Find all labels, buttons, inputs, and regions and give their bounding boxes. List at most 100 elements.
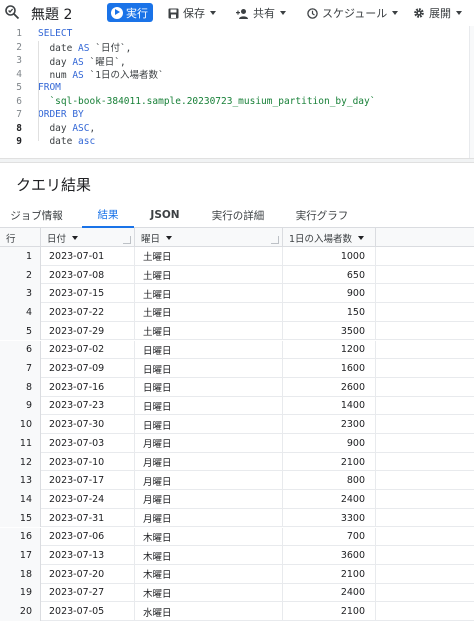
resize-handle-icon[interactable] bbox=[123, 236, 131, 244]
code-line[interactable]: 2 date AS `日付`, bbox=[0, 41, 474, 55]
day-cell: 月曜日 bbox=[135, 434, 283, 453]
code-line[interactable]: 6 `sql-book-384011.sample.20230723_musiu… bbox=[0, 95, 474, 109]
day-cell: 月曜日 bbox=[135, 490, 283, 509]
date-cell: 2023-07-27 bbox=[41, 583, 135, 603]
visitors-cell: 3500 bbox=[283, 321, 376, 341]
table-row[interactable]: 18 2023-07-20 木曜日 2100 bbox=[0, 564, 474, 584]
save-button[interactable]: 保存 bbox=[168, 4, 216, 22]
table-row[interactable]: 16 2023-07-06 木曜日 700 bbox=[0, 527, 474, 547]
date-cell: 2023-07-05 bbox=[41, 602, 135, 621]
toolbar: 無題 2 実行 保存 共有 スケジュール 展開 bbox=[0, 0, 474, 26]
column-header-visitors[interactable]: 1日の入場者数 bbox=[283, 228, 376, 247]
tab-json[interactable]: JSON bbox=[140, 202, 190, 228]
table-row[interactable]: 1 2023-07-01 土曜日 1000 bbox=[0, 247, 474, 266]
row-number: 13 bbox=[0, 471, 41, 491]
row-number: 9 bbox=[0, 396, 41, 416]
tab-results[interactable]: 結果 bbox=[82, 202, 134, 228]
row-number: 19 bbox=[0, 583, 41, 603]
day-cell: 土曜日 bbox=[135, 303, 283, 322]
table-header: 行 日付 曜日 1日の入場者数 bbox=[0, 228, 474, 247]
line-number: 5 bbox=[16, 82, 22, 94]
schedule-button[interactable]: スケジュール bbox=[307, 4, 399, 22]
code-line[interactable]: 8 day ASC, bbox=[0, 122, 474, 136]
code-line[interactable]: 1 SELECT bbox=[0, 27, 474, 41]
date-cell: 2023-07-24 bbox=[41, 490, 135, 509]
sql-keyword: AS bbox=[72, 56, 84, 68]
gear-icon bbox=[414, 8, 424, 18]
code-text: day ASC, bbox=[26, 123, 95, 134]
sort-arrow-icon[interactable] bbox=[72, 235, 79, 240]
table-row[interactable]: 5 2023-07-29 土曜日 3500 bbox=[0, 321, 474, 341]
table-row[interactable]: 20 2023-07-05 水曜日 2100 bbox=[0, 602, 474, 621]
sql-text: , bbox=[89, 122, 96, 134]
code-text: day AS `曜日`, bbox=[26, 54, 125, 68]
date-cell: 2023-07-22 bbox=[41, 303, 135, 322]
sql-keyword: ASC bbox=[72, 122, 90, 134]
table-row[interactable]: 19 2023-07-27 木曜日 2400 bbox=[0, 583, 474, 603]
column-header-day[interactable]: 曜日 bbox=[135, 228, 283, 247]
sort-arrow-icon[interactable] bbox=[358, 235, 365, 240]
table-row[interactable]: 4 2023-07-22 土曜日 150 bbox=[0, 303, 474, 322]
table-row[interactable]: 13 2023-07-17 月曜日 800 bbox=[0, 471, 474, 491]
table-row[interactable]: 3 2023-07-15 土曜日 900 bbox=[0, 284, 474, 304]
row-number: 2 bbox=[0, 265, 41, 285]
day-cell: 木曜日 bbox=[135, 527, 283, 547]
tab-execution-graph[interactable]: 実行グラフ bbox=[287, 202, 357, 228]
code-text: `sql-book-384011.sample.20230723_musium_… bbox=[26, 96, 375, 107]
day-cell: 木曜日 bbox=[135, 546, 283, 565]
table-row[interactable]: 17 2023-07-13 木曜日 3600 bbox=[0, 546, 474, 565]
row-number: 17 bbox=[0, 546, 41, 565]
table-row[interactable]: 8 2023-07-16 日曜日 2600 bbox=[0, 377, 474, 397]
day-cell: 土曜日 bbox=[135, 265, 283, 285]
resize-handle-icon[interactable] bbox=[271, 236, 279, 244]
line-number: 3 bbox=[16, 55, 22, 67]
sort-arrow-icon[interactable] bbox=[166, 235, 173, 240]
visitors-cell: 2100 bbox=[283, 452, 376, 472]
code-line[interactable]: 5 FROM bbox=[0, 81, 474, 95]
table-row[interactable]: 12 2023-07-10 月曜日 2100 bbox=[0, 452, 474, 472]
table-row[interactable]: 2 2023-07-08 土曜日 650 bbox=[0, 265, 474, 285]
visitors-cell: 650 bbox=[283, 265, 376, 285]
date-cell: 2023-07-17 bbox=[41, 471, 135, 491]
table-row[interactable]: 9 2023-07-23 日曜日 1400 bbox=[0, 396, 474, 416]
line-number: 8 bbox=[16, 122, 22, 134]
column-header-label: 行 bbox=[6, 233, 16, 245]
date-cell: 2023-07-13 bbox=[41, 546, 135, 565]
share-button[interactable]: 共有 bbox=[236, 4, 286, 22]
editor-scrollbar[interactable] bbox=[469, 26, 474, 158]
run-button[interactable]: 実行 bbox=[107, 3, 153, 22]
row-number: 15 bbox=[0, 508, 41, 528]
date-cell: 2023-07-02 bbox=[41, 340, 135, 360]
table-row[interactable]: 6 2023-07-02 日曜日 1200 bbox=[0, 340, 474, 360]
chevron-down-icon bbox=[210, 11, 216, 15]
code-line[interactable]: 7 ORDER BY bbox=[0, 108, 474, 122]
code-line[interactable]: 4 num AS `1日の入場者数` bbox=[0, 68, 474, 82]
column-header-date[interactable]: 日付 bbox=[41, 228, 135, 247]
day-cell: 月曜日 bbox=[135, 471, 283, 491]
code-line[interactable]: 9 date asc bbox=[0, 135, 474, 149]
visitors-cell: 3300 bbox=[283, 508, 376, 528]
code-text: date AS `日付`, bbox=[26, 40, 131, 54]
row-number: 5 bbox=[0, 321, 41, 341]
share-label: 共有 bbox=[253, 7, 275, 20]
visitors-cell: 900 bbox=[283, 284, 376, 304]
date-cell: 2023-07-03 bbox=[41, 434, 135, 453]
table-row[interactable]: 10 2023-07-30 日曜日 2300 bbox=[0, 415, 474, 434]
sql-editor[interactable]: 1 SELECT 2 date AS `日付`, 3 day AS `曜日`, 4 nu… bbox=[0, 26, 474, 154]
sql-text: num bbox=[38, 70, 73, 82]
tab-job-info[interactable]: ジョブ情報 bbox=[0, 202, 73, 228]
column-header-label: 曜日 bbox=[141, 233, 161, 245]
day-cell: 土曜日 bbox=[135, 321, 283, 341]
query-title[interactable]: 無題 2 bbox=[31, 4, 72, 24]
table-row[interactable]: 11 2023-07-03 月曜日 900 bbox=[0, 434, 474, 453]
line-number: 1 bbox=[16, 28, 22, 40]
expand-button[interactable]: 展開 bbox=[413, 4, 462, 22]
tab-execution-details[interactable]: 実行の詳細 bbox=[205, 202, 271, 228]
row-number: 1 bbox=[0, 247, 41, 266]
table-row[interactable]: 14 2023-07-24 月曜日 2400 bbox=[0, 490, 474, 509]
table-row[interactable]: 15 2023-07-31 月曜日 3300 bbox=[0, 508, 474, 528]
table-row[interactable]: 7 2023-07-09 日曜日 1600 bbox=[0, 359, 474, 378]
code-line[interactable]: 3 day AS `曜日`, bbox=[0, 54, 474, 68]
play-icon bbox=[111, 6, 123, 19]
pane-splitter[interactable] bbox=[0, 158, 474, 163]
